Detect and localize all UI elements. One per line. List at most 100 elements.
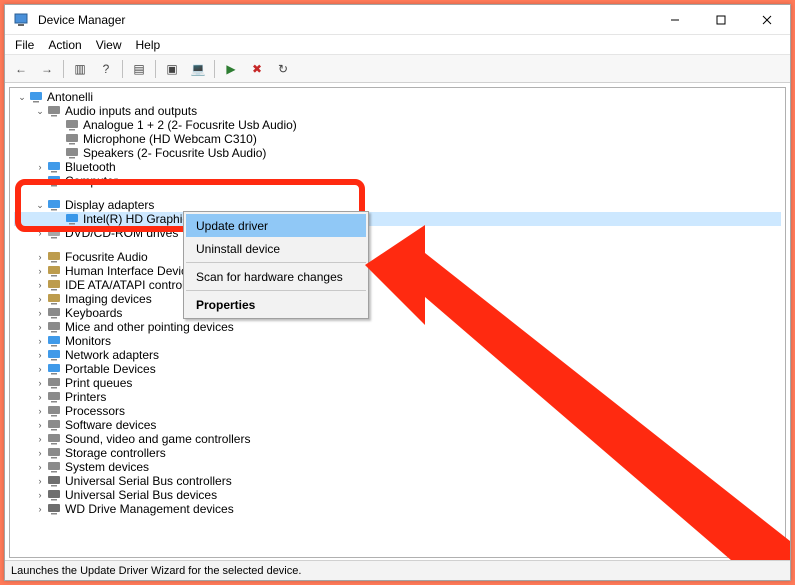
printer-icon bbox=[46, 390, 62, 404]
tree-category[interactable]: ›Network adapters bbox=[14, 348, 781, 362]
tree-device[interactable]: Analogue 1 + 2 (2- Focusrite Usb Audio) bbox=[14, 118, 781, 132]
chevron-right-icon[interactable]: › bbox=[34, 306, 46, 320]
tree-category[interactable]: ›Monitors bbox=[14, 334, 781, 348]
menu-action[interactable]: Action bbox=[42, 37, 87, 53]
uninstall-icon[interactable]: ✖ bbox=[245, 58, 269, 80]
context-menu-item[interactable]: Uninstall device bbox=[186, 237, 366, 260]
sound-icon bbox=[46, 432, 62, 446]
chevron-right-icon[interactable]: › bbox=[34, 432, 46, 446]
add-legacy-icon[interactable]: ↻ bbox=[271, 58, 295, 80]
show-hide-console-tree-icon[interactable]: ▥ bbox=[68, 58, 92, 80]
tree-device[interactable]: Intel(R) HD Graphics 4600 bbox=[14, 212, 781, 226]
chevron-down-icon[interactable]: ⌄ bbox=[34, 104, 46, 118]
tree-category[interactable]: › WD Drive Management devices bbox=[14, 502, 781, 516]
tree-item-label: Storage controllers bbox=[65, 446, 166, 460]
chevron-right-icon[interactable]: › bbox=[34, 404, 46, 418]
tree-category[interactable]: ⌄Audio inputs and outputs bbox=[14, 104, 781, 118]
tree-item-label: Antonelli bbox=[47, 90, 93, 104]
chevron-right-icon[interactable]: › bbox=[34, 390, 46, 404]
minimize-button[interactable] bbox=[652, 5, 698, 34]
chevron-right-icon[interactable]: › bbox=[34, 474, 46, 488]
update-driver-icon[interactable]: ▣ bbox=[160, 58, 184, 80]
tree-category[interactable]: › Universal Serial Bus devices bbox=[14, 488, 781, 502]
chevron-down-icon[interactable]: ⌄ bbox=[16, 90, 28, 104]
context-menu-item[interactable]: Scan for hardware changes bbox=[186, 265, 366, 288]
toolbar-separator bbox=[63, 60, 64, 78]
tree-item-label: System devices bbox=[65, 460, 149, 474]
context-menu-separator bbox=[186, 262, 366, 263]
chevron-right-icon[interactable]: › bbox=[34, 362, 46, 376]
maximize-button[interactable] bbox=[698, 5, 744, 34]
tree-item-label: Universal Serial Bus controllers bbox=[65, 474, 232, 488]
tree-item-label: Computer bbox=[65, 174, 118, 188]
tree-category[interactable]: ›Bluetooth bbox=[14, 160, 781, 174]
context-menu-item[interactable]: Update driver bbox=[186, 214, 366, 237]
chevron-right-icon[interactable]: › bbox=[34, 174, 46, 188]
close-button[interactable] bbox=[744, 5, 790, 34]
tree-item-label: Human Interface Devices bbox=[65, 264, 200, 278]
menu-file[interactable]: File bbox=[9, 37, 40, 53]
menu-view[interactable]: View bbox=[90, 37, 128, 53]
chevron-right-icon[interactable]: › bbox=[34, 292, 46, 306]
tree-category[interactable]: ›Printers bbox=[14, 390, 781, 404]
tree-category[interactable]: › Software devices bbox=[14, 418, 781, 432]
context-menu-item[interactable]: Properties bbox=[186, 293, 366, 316]
tree-category[interactable]: › Mice and other pointing devices bbox=[14, 320, 781, 334]
tree-category[interactable]: › Focusrite Audio bbox=[14, 250, 781, 264]
chevron-right-icon[interactable]: › bbox=[34, 334, 46, 348]
chevron-right-icon[interactable]: › bbox=[34, 502, 46, 516]
wd-icon bbox=[46, 502, 62, 516]
chevron-right-icon[interactable]: › bbox=[34, 446, 46, 460]
chevron-right-icon[interactable]: › bbox=[34, 418, 46, 432]
status-bar: Launches the Update Driver Wizard for th… bbox=[5, 560, 790, 580]
tree-device[interactable]: Speakers (2- Focusrite Usb Audio) bbox=[14, 146, 781, 160]
tree-category[interactable]: › Human Interface Devices bbox=[14, 264, 781, 278]
bluetooth-icon bbox=[46, 160, 62, 174]
tree-category[interactable]: ›Sound, video and game controllers bbox=[14, 432, 781, 446]
tree-device[interactable]: Microphone (HD Webcam C310) bbox=[14, 132, 781, 146]
printqueue-icon bbox=[46, 376, 62, 390]
tree-root[interactable]: ⌄ Antonelli bbox=[14, 90, 781, 104]
chevron-right-icon[interactable]: › bbox=[34, 226, 46, 240]
chevron-right-icon[interactable]: › bbox=[34, 264, 46, 278]
chevron-right-icon[interactable]: › bbox=[34, 348, 46, 362]
imaging-icon bbox=[46, 292, 62, 306]
chevron-right-icon[interactable]: › bbox=[34, 278, 46, 292]
chevron-right-icon[interactable]: › bbox=[34, 376, 46, 390]
chevron-right-icon[interactable]: › bbox=[34, 250, 46, 264]
enable-icon[interactable]: ▶ bbox=[219, 58, 243, 80]
chevron-right-icon[interactable]: › bbox=[34, 460, 46, 474]
tree-item-label: Mice and other pointing devices bbox=[65, 320, 234, 334]
tree-category[interactable]: ›Portable Devices bbox=[14, 362, 781, 376]
scan-hardware-icon[interactable]: 💻 bbox=[186, 58, 210, 80]
chevron-right-icon[interactable]: › bbox=[34, 160, 46, 174]
forward-icon[interactable]: → bbox=[35, 58, 59, 80]
tree-item-label: Universal Serial Bus devices bbox=[65, 488, 217, 502]
device-tree[interactable]: ⌄Antonelli⌄Audio inputs and outputsAnalo… bbox=[9, 87, 786, 558]
tree-category[interactable]: ›IDE ATA/ATAPI controllers bbox=[14, 278, 781, 292]
tree-category[interactable]: › Universal Serial Bus controllers bbox=[14, 474, 781, 488]
tree-category[interactable]: › Computer bbox=[14, 174, 781, 188]
chevron-down-icon[interactable]: ⌄ bbox=[34, 198, 46, 212]
tree-category[interactable]: › System devices bbox=[14, 460, 781, 474]
menu-help[interactable]: Help bbox=[130, 37, 167, 53]
tree-item-label: Software devices bbox=[65, 418, 156, 432]
back-icon[interactable]: ← bbox=[9, 58, 33, 80]
help-icon[interactable]: ? bbox=[94, 58, 118, 80]
tree-category[interactable]: ›Keyboards bbox=[14, 306, 781, 320]
tree-category[interactable]: ⌄Display adapters bbox=[14, 198, 781, 212]
usb-icon bbox=[46, 488, 62, 502]
chevron-right-icon[interactable]: › bbox=[34, 488, 46, 502]
tree-category[interactable]: ›DVD/CD-ROM drives bbox=[14, 226, 781, 240]
chevron-right-icon[interactable]: › bbox=[34, 320, 46, 334]
tree-spacer bbox=[14, 188, 781, 198]
tree-item-label: Focusrite Audio bbox=[65, 250, 148, 264]
tree-spacer bbox=[14, 240, 781, 250]
tree-category[interactable]: › Storage controllers bbox=[14, 446, 781, 460]
tree-category[interactable]: ›Print queues bbox=[14, 376, 781, 390]
tree-category[interactable]: ›Processors bbox=[14, 404, 781, 418]
tree-item-label: WD Drive Management devices bbox=[65, 502, 234, 516]
tree-category[interactable]: ›Imaging devices bbox=[14, 292, 781, 306]
software-icon bbox=[46, 418, 62, 432]
properties-icon[interactable]: ▤ bbox=[127, 58, 151, 80]
